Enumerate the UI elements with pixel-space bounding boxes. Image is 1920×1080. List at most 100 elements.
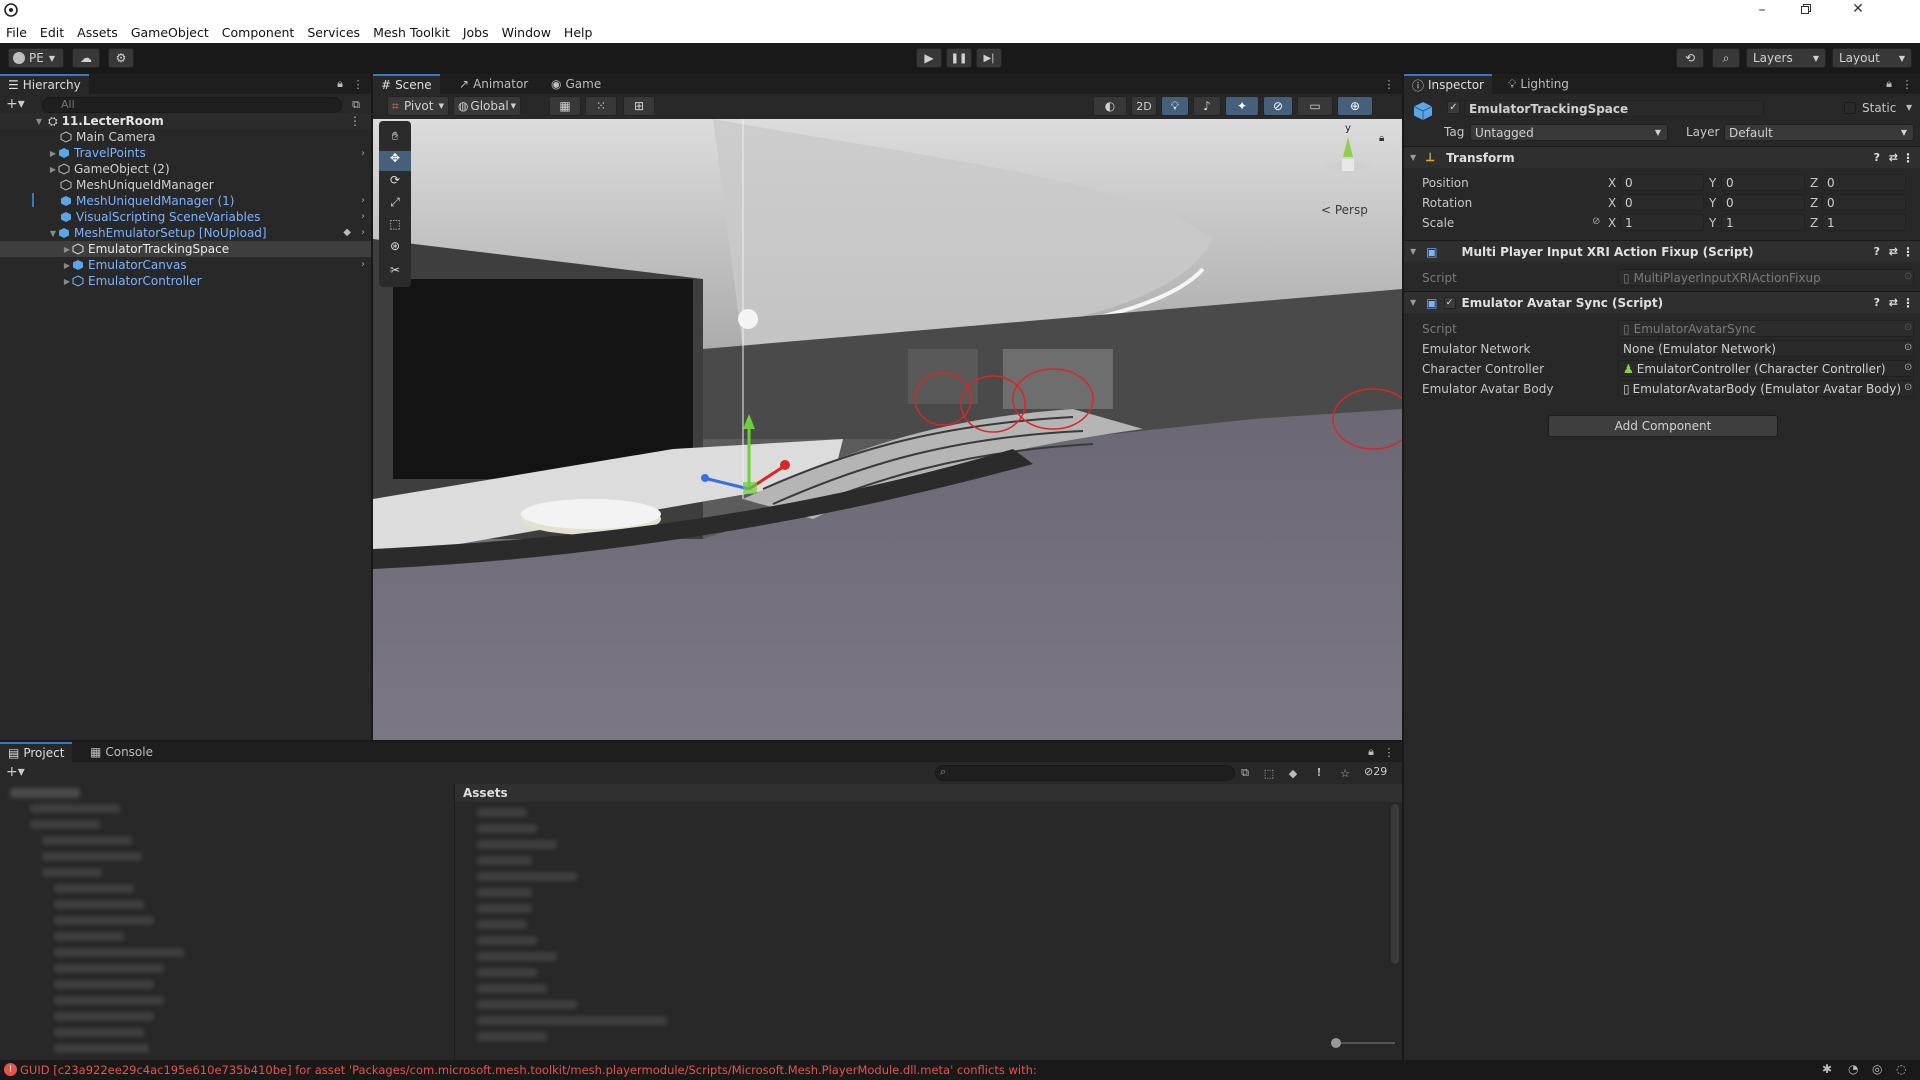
audio-toggle[interactable]: ♪ xyxy=(1193,96,1221,116)
search-button[interactable]: ⌕ xyxy=(1712,48,1740,68)
folder-tree-item[interactable] xyxy=(30,804,120,813)
settings-sliders-icon[interactable]: ⇄ xyxy=(1889,296,1898,309)
asset-list-item[interactable] xyxy=(477,824,537,833)
menu-edit[interactable]: Edit xyxy=(40,25,64,40)
asset-list-item[interactable] xyxy=(477,984,547,993)
object-picker-icon[interactable]: ⊙ xyxy=(1904,342,1912,353)
tab-lighting[interactable]: 💡︎ Lighting xyxy=(1500,74,1577,94)
tab-scene[interactable]: # Scene xyxy=(373,74,440,94)
asset-list-item[interactable] xyxy=(477,872,577,881)
assets-scrollbar[interactable] xyxy=(1391,804,1399,964)
menu-file[interactable]: File xyxy=(6,25,27,40)
chevron-right-icon[interactable]: › xyxy=(361,211,365,222)
menu-services[interactable]: Services xyxy=(307,25,360,40)
folder-tree-item[interactable] xyxy=(54,932,124,941)
transform-z-input[interactable]: 0 xyxy=(1822,174,1906,191)
lock-icon[interactable]: 🔒︎ xyxy=(1882,77,1896,91)
error-icon[interactable]: ! xyxy=(4,1063,17,1076)
effects-toggle[interactable]: ✦ xyxy=(1225,96,1259,116)
asset-list-item[interactable] xyxy=(477,1016,667,1025)
enabled-checkbox[interactable]: ✓ xyxy=(1443,296,1456,309)
bug-icon[interactable]: ✱ xyxy=(1822,1062,1832,1076)
help-icon[interactable]: ? xyxy=(1874,245,1880,258)
more-icon[interactable]: ⋮ xyxy=(1902,245,1914,259)
hierarchy-item-travelpoints[interactable]: ▶ TravelPoints xyxy=(48,145,146,161)
hierarchy-item-emulatortrackingspace[interactable]: ▶ EmulatorTrackingSpace xyxy=(0,241,371,257)
tag-dropdown[interactable]: Untagged ▼ xyxy=(1470,124,1668,141)
static-checkbox[interactable] xyxy=(1844,102,1856,114)
settings-sliders-icon[interactable]: ⇄ xyxy=(1889,151,1898,164)
settings-sliders-icon[interactable]: ⇄ xyxy=(1889,245,1898,258)
transform-tool-icon[interactable]: ⊛ xyxy=(379,239,411,259)
assets-breadcrumb[interactable]: Assets xyxy=(463,786,508,800)
folder-tree[interactable] xyxy=(0,784,448,1060)
folder-tree-item[interactable] xyxy=(54,1044,149,1053)
expand-arrow-icon[interactable]: ▶ xyxy=(62,245,72,254)
account-dropdown[interactable]: PE ▼ xyxy=(8,48,64,68)
cloud-button[interactable]: ☁ xyxy=(72,48,100,68)
filter-label-icon[interactable]: ⬚ xyxy=(1262,766,1276,780)
hierarchy-item-meshuniqueidmanager[interactable]: MeshUniqueIdManager xyxy=(60,177,214,193)
asset-list-item[interactable] xyxy=(477,1032,547,1041)
more-icon[interactable]: ⋮ xyxy=(1902,296,1914,310)
tab-animator[interactable]: ↗ Animator xyxy=(451,74,536,94)
object-name-input[interactable]: EmulatorTrackingSpace xyxy=(1464,100,1764,117)
folder-tree-item[interactable] xyxy=(42,852,142,861)
more-icon[interactable]: ⋮ xyxy=(351,77,365,91)
scale-tool-icon[interactable]: ⤢ xyxy=(379,195,411,215)
pivot-dropdown[interactable]: ⌗ Pivot ▼ xyxy=(387,96,449,116)
orientation-gizmo[interactable]: y xyxy=(1313,123,1383,199)
transform-z-input[interactable]: 0 xyxy=(1822,194,1906,211)
menu-jobs[interactable]: Jobs xyxy=(463,25,489,40)
lock-icon[interactable]: 🔒︎ xyxy=(1379,133,1384,144)
hierarchy-item-emulatorcontroller[interactable]: ▶ EmulatorController xyxy=(62,273,202,289)
auto-generate-icon[interactable]: ◎ xyxy=(1872,1062,1882,1076)
transform-header[interactable]: ▼ ⟂ Transform ? ⇄ ⋮ xyxy=(1404,146,1920,168)
tab-inspector[interactable]: ⓘ Inspector xyxy=(1404,74,1492,94)
warning-icon[interactable]: ❗︎ xyxy=(1312,766,1326,780)
asset-list-item[interactable] xyxy=(477,856,532,865)
scene-viewport[interactable]: ✋︎ ✥ ⟳ ⤢ ⬚ ⊛ ✂︎ y 🔒︎ < Persp xyxy=(373,119,1402,740)
menu-mesh-toolkit[interactable]: Mesh Toolkit xyxy=(373,25,450,40)
gizmos-button[interactable]: ⊕ xyxy=(1337,96,1373,116)
folder-tree-item[interactable] xyxy=(42,836,132,845)
expand-arrow-icon[interactable]: ▼ xyxy=(1410,153,1416,162)
pause-button[interactable]: ❚❚ xyxy=(946,48,972,68)
chevron-down-icon[interactable]: ▼ xyxy=(1906,103,1912,112)
expand-arrow-icon[interactable]: ▼ xyxy=(1410,247,1416,256)
play-button[interactable]: ▶ xyxy=(916,48,942,68)
emulator-network-field[interactable]: None (Emulator Network) xyxy=(1618,340,1914,357)
asset-list-item[interactable] xyxy=(477,904,532,913)
expand-arrow-icon[interactable]: ▶ xyxy=(62,277,72,286)
multiplayer-fixup-header[interactable]: ▼ ▣ Multi Player Input XRI Action Fixup … xyxy=(1404,240,1920,262)
mode-2d-button[interactable]: 2D xyxy=(1131,96,1157,116)
grid-visibility-button[interactable]: ⁙ xyxy=(585,96,617,116)
menu-component[interactable]: Component xyxy=(222,25,295,40)
rect-tool-icon[interactable]: ⬚ xyxy=(379,217,411,237)
hierarchy-search-input[interactable]: All xyxy=(42,97,342,113)
collab-button[interactable]: ⚙ xyxy=(108,48,134,68)
hidden-packages-count[interactable]: ⊘29 xyxy=(1364,765,1387,778)
folder-tree-item[interactable] xyxy=(30,820,100,829)
expand-arrow-icon[interactable]: ▶ xyxy=(62,261,72,270)
draw-mode-button[interactable]: ◐ xyxy=(1093,96,1127,116)
increment-snap-button[interactable]: ⊞ xyxy=(623,96,655,116)
asset-list-item[interactable] xyxy=(477,808,527,817)
global-dropdown[interactable]: ◍ Global ▼ xyxy=(453,96,521,116)
folder-tree-item[interactable] xyxy=(54,996,164,1005)
hidden-objects-toggle[interactable]: ⊘ xyxy=(1263,96,1293,116)
layer-dropdown[interactable]: Default ▼ xyxy=(1724,124,1914,141)
lock-icon[interactable]: 🔒︎ xyxy=(1364,745,1378,759)
chevron-right-icon[interactable]: › xyxy=(361,259,365,270)
status-message[interactable]: GUID [c23a922ee29c4ac195e610e735b410be] … xyxy=(20,1063,1037,1077)
layers-dropdown[interactable]: Layers ▼ xyxy=(1746,48,1826,68)
more-icon[interactable]: ⋮ xyxy=(349,114,361,128)
folder-tree-item[interactable] xyxy=(54,948,184,957)
emulator-avatar-body-field[interactable]: ▯ EmulatorAvatarBody (Emulator Avatar Bo… xyxy=(1618,380,1914,397)
hierarchy-item-emulatorcanvas[interactable]: ▶ EmulatorCanvas xyxy=(62,257,187,273)
help-icon[interactable]: ? xyxy=(1874,151,1880,164)
hierarchy-item-main-camera[interactable]: Main Camera xyxy=(60,129,156,145)
folder-tree-item[interactable] xyxy=(54,964,164,973)
expand-arrow-icon[interactable]: ▼ xyxy=(1410,298,1416,307)
more-icon[interactable]: ⋮ xyxy=(1382,77,1396,91)
